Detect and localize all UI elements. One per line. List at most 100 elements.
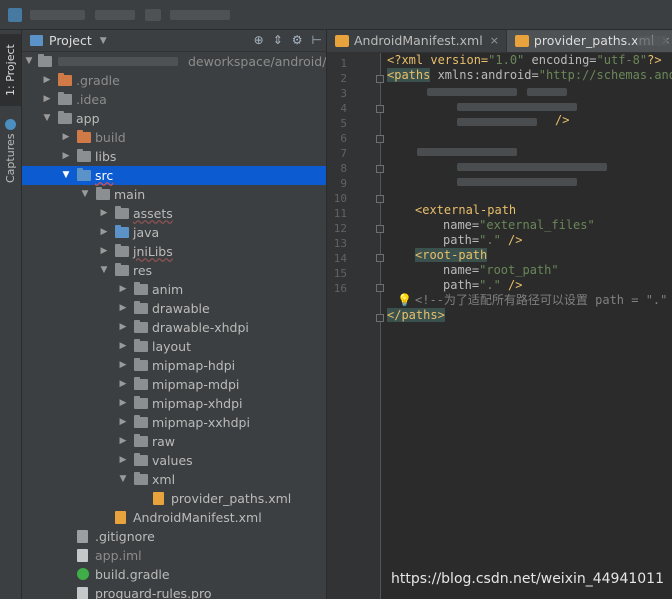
tree-item-label: drawable [152,301,210,316]
collapse-all-icon[interactable]: ⇕ [273,33,283,47]
fold-marker-icon[interactable] [376,254,384,262]
tree-item-gradle[interactable]: ▶ .gradle [22,71,326,90]
fold-marker-icon[interactable] [376,75,384,83]
tree-item-mipmap-hdpi[interactable]: ▶ mipmap-hdpi [22,356,326,375]
tree-item-idea[interactable]: ▶ .idea [22,90,326,109]
chevron-right-icon[interactable]: ▶ [42,71,52,90]
code-line: path="." /> [443,278,523,293]
chevron-down-icon[interactable]: ▼ [42,109,52,128]
code-token: name= [443,263,480,277]
code-token: <!--为了适配所有路径可以设置 path = "." [415,293,668,307]
blurred-code [427,88,517,96]
tree-item-java[interactable]: ▶ java [22,223,326,242]
chevron-right-icon[interactable]: ▶ [118,451,128,470]
line-number: 9 [340,177,347,190]
fold-marker-icon[interactable] [376,314,384,322]
tree-item-mipmap-xxhdpi[interactable]: ▶ mipmap-xxhdpi [22,413,326,432]
tree-item-xml[interactable]: ▼ xml [22,470,326,489]
fold-marker-icon[interactable] [376,195,384,203]
line-number: 1 [340,57,347,70]
chevron-right-icon[interactable]: ▶ [118,432,128,451]
chevron-right-icon[interactable]: ▶ [118,299,128,318]
tree-item-provider-paths-xml[interactable]: provider_paths.xml [22,489,326,508]
captures-icon [5,119,16,131]
chevron-right-icon[interactable]: ▶ [118,318,128,337]
tab-project-tool[interactable]: 1: Project [0,34,21,106]
chevron-down-icon[interactable]: ▼ [100,36,107,46]
chevron-right-icon[interactable]: ▶ [118,394,128,413]
folder-icon [38,54,52,67]
code-token: encoding= [524,53,597,67]
tree-item-proguard-rules-pro[interactable]: proguard-rules.pro [22,584,326,599]
chevron-down-icon[interactable]: ▼ [99,261,109,280]
chevron-right-icon[interactable]: ▶ [118,280,128,299]
tree-row-root[interactable]: ▼ deworkspace/android/l [22,52,326,71]
tree-item-build[interactable]: ▶ build [22,128,326,147]
tab-androidmanifest[interactable]: AndroidManifest.xml × [327,30,507,52]
tree-item-build-gradle[interactable]: build.gradle [22,565,326,584]
project-panel-header: Project ▼ ⊕ ⇕ ⚙ ⊢ [22,30,326,52]
tree-item-label: build.gradle [95,567,170,582]
chevron-right-icon[interactable]: ▶ [42,90,52,109]
tree-item-label: main [114,187,146,202]
tree-item-assets[interactable]: ▶ assets [22,204,326,223]
code-token: ?> [647,53,662,67]
fold-marker-icon[interactable] [376,284,384,292]
tree-item-mipmap-xhdpi[interactable]: ▶ mipmap-xhdpi [22,394,326,413]
tree-item-raw[interactable]: ▶ raw [22,432,326,451]
tree-item-drawable[interactable]: ▶ drawable [22,299,326,318]
chevron-down-icon[interactable]: ▼ [118,470,128,489]
chevron-right-icon[interactable]: ▶ [118,375,128,394]
locate-target-icon[interactable]: ⊕ [254,33,264,47]
tab-label: AndroidManifest.xml [354,33,483,48]
xml-file-icon [514,35,529,47]
fold-marker-icon[interactable] [376,225,384,233]
fold-marker-icon[interactable] [376,105,384,113]
close-icon[interactable]: × [490,30,499,52]
folder-icon [134,301,148,314]
code-token: /> [555,113,570,127]
tree-item-libs[interactable]: ▶ libs [22,147,326,166]
hide-panel-icon[interactable]: ⊢ [312,33,322,47]
lightbulb-icon[interactable]: 💡 [397,293,412,307]
project-panel: Project ▼ ⊕ ⇕ ⚙ ⊢ ▼ deworkspace/android/… [22,30,326,599]
tree-item-app-iml[interactable]: app.iml [22,546,326,565]
chevron-right-icon[interactable]: ▶ [61,128,71,147]
tree-item-gitignore[interactable]: .gitignore [22,527,326,546]
tree-item-src[interactable]: ▼ src [22,166,326,185]
fold-marker-icon[interactable] [376,135,384,143]
fold-marker-icon[interactable] [376,165,384,173]
tree-item-main[interactable]: ▼ main [22,185,326,204]
tree-item-values[interactable]: ▶ values [22,451,326,470]
tab-captures-tool[interactable]: Captures [0,114,21,188]
tree-item-mipmap-mdpi[interactable]: ▶ mipmap-mdpi [22,375,326,394]
blurred-code [417,148,517,156]
line-number: 7 [340,147,347,160]
tree-item-res[interactable]: ▼ res [22,261,326,280]
chevron-down-icon[interactable]: ▼ [80,185,90,204]
chevron-right-icon[interactable]: ▶ [118,356,128,375]
code-line: name="external_files" [443,218,595,233]
chevron-right-icon[interactable]: ▶ [99,204,109,223]
tree-item-jnilibs[interactable]: ▶ jniLibs [22,242,326,261]
chevron-right-icon[interactable]: ▶ [118,337,128,356]
tree-item-anim[interactable]: ▶ anim [22,280,326,299]
tree-item-layout[interactable]: ▶ layout [22,337,326,356]
chevron-down-icon[interactable]: ▼ [61,166,71,185]
expand-arrow-icon[interactable]: ▼ [24,52,34,71]
chevron-right-icon[interactable]: ▶ [61,147,71,166]
line-number: 15 [333,267,347,280]
project-view-icon [30,35,43,46]
tree-item-androidmanifest-xml[interactable]: AndroidManifest.xml [22,508,326,527]
project-panel-title[interactable]: Project [49,33,92,48]
chevron-right-icon[interactable]: ▶ [99,223,109,242]
chevron-right-icon[interactable]: ▶ [99,242,109,261]
code-area[interactable]: <?xml version="1.0" encoding="utf-8"?> <… [387,53,672,353]
tree-item-label: mipmap-xxhdpi [152,415,250,430]
line-number: 6 [340,132,347,145]
code-token: "." [479,278,501,292]
tree-item-drawable-xhdpi[interactable]: ▶ drawable-xhdpi [22,318,326,337]
gear-icon[interactable]: ⚙ [292,33,303,47]
chevron-right-icon[interactable]: ▶ [118,413,128,432]
tree-item-app[interactable]: ▼ app [22,109,326,128]
